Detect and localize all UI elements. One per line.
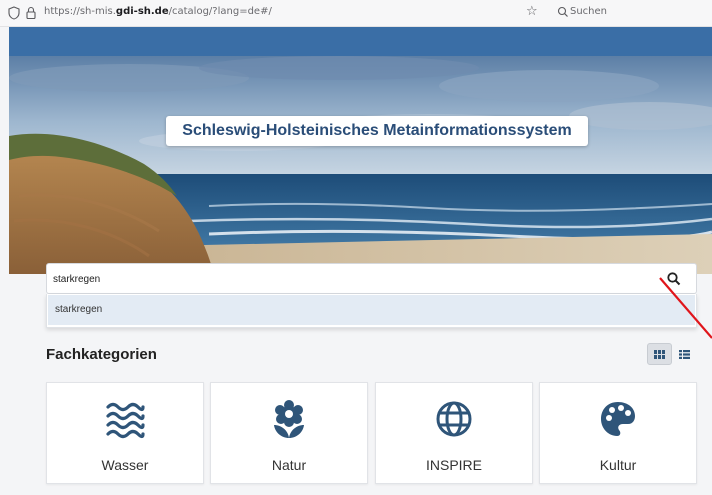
- category-card-natur[interactable]: Natur: [210, 382, 368, 484]
- category-card-wasser[interactable]: Wasser: [46, 382, 204, 484]
- suggestion-item[interactable]: starkregen: [48, 295, 695, 325]
- category-card-inspire[interactable]: INSPIRE: [375, 382, 533, 484]
- palette-icon: [601, 402, 635, 436]
- browser-toolbar: https://sh-mis.gdi-sh.de/catalog/?lang=d…: [0, 0, 712, 27]
- category-card-kultur[interactable]: Kultur: [539, 382, 697, 484]
- bookmark-star-icon[interactable]: ☆: [526, 4, 538, 19]
- grid-view-button[interactable]: [647, 343, 672, 365]
- search-suggestions: starkregen: [46, 294, 697, 328]
- hero-banner: Schleswig-Holsteinisches Metainformation…: [9, 56, 712, 274]
- browser-search-field[interactable]: Suchen: [570, 6, 607, 17]
- hero-title: Schleswig-Holsteinisches Metainformation…: [166, 116, 588, 146]
- category-label: Kultur: [599, 457, 637, 473]
- flower-icon: [274, 400, 304, 438]
- shield-icon[interactable]: [8, 6, 20, 20]
- hero-image: [9, 56, 712, 274]
- grid-icon: [654, 349, 665, 359]
- lock-icon[interactable]: [25, 6, 37, 20]
- list-icon: [679, 349, 690, 359]
- browser-search-icon: [557, 6, 568, 17]
- section-title: Fachkategorien: [46, 346, 157, 363]
- list-view-button[interactable]: [672, 343, 697, 365]
- category-label: INSPIRE: [425, 457, 482, 473]
- category-cards: Wasser Natur INSPIRE Kultur: [46, 382, 697, 484]
- search-icon[interactable]: [666, 271, 682, 287]
- url-domain: gdi-sh.de: [115, 6, 169, 17]
- search-bar: [46, 263, 697, 294]
- url-path: /catalog/?lang=de#/: [168, 6, 272, 17]
- globe-icon: [436, 401, 472, 437]
- category-label: Wasser: [101, 457, 149, 473]
- site-navbar: [9, 27, 712, 56]
- view-toggle: [647, 343, 697, 365]
- category-label: Natur: [271, 457, 307, 473]
- water-waves-icon: [106, 402, 145, 439]
- search-input[interactable]: [53, 270, 643, 288]
- address-bar[interactable]: https://sh-mis.gdi-sh.de/catalog/?lang=d…: [44, 6, 272, 17]
- url-prefix: https://sh-mis.: [44, 6, 116, 17]
